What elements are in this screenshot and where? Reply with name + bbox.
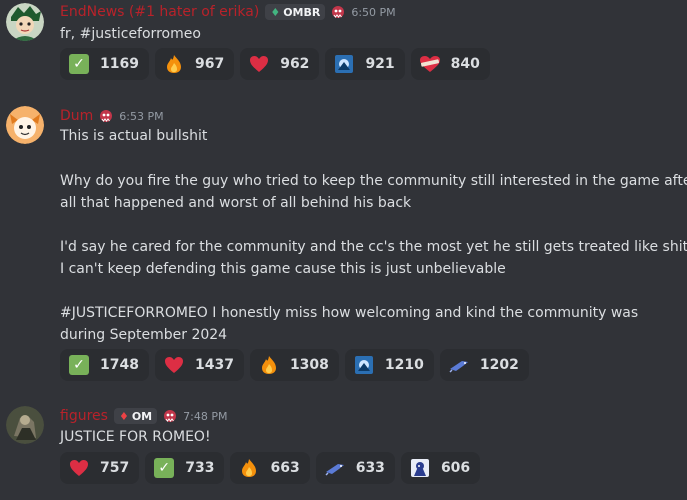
custom-character-emoji-icon	[409, 457, 431, 479]
reaction-count: 967	[194, 56, 225, 72]
message-text: #JUSTICEFORROMEO I honestly miss how wel…	[60, 305, 639, 321]
reaction-count: 1169	[100, 56, 139, 72]
reaction-fire[interactable]: 967	[154, 48, 235, 80]
heart-emoji-icon	[68, 457, 90, 479]
reaction-count: 1437	[194, 357, 234, 373]
user-avatar[interactable]	[6, 406, 44, 444]
role-badge-icon	[164, 410, 177, 422]
reaction-count: 633	[355, 460, 385, 476]
reaction-check[interactable]: ✓ 1169	[60, 48, 149, 80]
reaction-count: 1202	[479, 357, 519, 373]
reaction-count: 921	[365, 56, 395, 72]
custom-bird-emoji-icon	[324, 457, 346, 479]
message-text: JUSTICE FOR ROMEO!	[60, 429, 211, 445]
check-emoji-icon: ✓	[68, 53, 90, 75]
reaction-bar: ✓ 1169 967 962 921 840	[60, 48, 490, 80]
heart-emoji-icon	[163, 354, 185, 376]
message-text: during September 2024	[60, 327, 228, 343]
reaction-count: 962	[280, 56, 310, 72]
reaction-heart-bandage[interactable]: 840	[410, 48, 490, 80]
fire-emoji-icon	[238, 457, 260, 479]
reaction-fire[interactable]: 663	[230, 452, 310, 484]
message-text: fr, #justiceforromeo	[60, 26, 201, 42]
reaction-count: 1210	[384, 357, 424, 373]
server-tag[interactable]: ♦ OM	[113, 408, 158, 424]
gem-icon: ♦	[118, 409, 129, 423]
message-text: all that happened and worst of all behin…	[60, 195, 412, 211]
role-badge-icon	[332, 6, 345, 18]
check-emoji-icon: ✓	[153, 457, 175, 479]
reaction-check[interactable]: ✓ 733	[145, 452, 225, 484]
message-text: Why do you fire the guy who tried to kee…	[60, 173, 687, 189]
role-badge-icon	[100, 110, 113, 122]
username[interactable]: EndNews (#1 hater of erika)	[60, 4, 259, 20]
custom-blue-emoji-icon	[333, 53, 355, 75]
reaction-custom-blue[interactable]: 1210	[344, 349, 434, 381]
message-text: I can't keep defending this game cause t…	[60, 261, 506, 277]
reaction-count: 757	[100, 460, 130, 476]
timestamp[interactable]: 6:53 PM	[119, 110, 163, 123]
reaction-heart[interactable]: 757	[60, 452, 140, 484]
reaction-count: 840	[450, 56, 480, 72]
heart-emoji-icon	[248, 53, 270, 75]
reaction-count: 663	[270, 460, 300, 476]
heart-with-bandage-emoji-icon	[419, 53, 441, 75]
reaction-count: 1748	[100, 357, 139, 373]
reaction-count: 733	[185, 460, 215, 476]
reaction-check[interactable]: ✓ 1748	[60, 349, 149, 381]
reaction-count: 1308	[289, 357, 329, 373]
reaction-heart[interactable]: 962	[240, 48, 320, 80]
message-text: I'd say he cared for the community and t…	[60, 239, 687, 255]
message-text: This is actual bullshit	[60, 128, 208, 144]
timestamp[interactable]: 7:48 PM	[183, 410, 227, 423]
server-tag[interactable]: ♦ OMBR	[265, 4, 326, 20]
user-avatar[interactable]	[6, 3, 44, 41]
username[interactable]: figures	[60, 408, 108, 424]
reaction-heart[interactable]: 1437	[154, 349, 244, 381]
server-tag-label: OM	[131, 409, 153, 423]
reaction-count: 606	[440, 460, 471, 476]
reaction-bar: 757 ✓ 733 663 633 606	[60, 452, 481, 484]
reaction-fire[interactable]: 1308	[249, 349, 339, 381]
reaction-custom-blue[interactable]: 921	[325, 48, 405, 80]
reaction-bar: ✓ 1748 1437 1308 1210 1202	[60, 349, 529, 381]
custom-bird-emoji-icon	[448, 354, 470, 376]
gem-icon: ♦	[270, 5, 281, 19]
username[interactable]: Dum	[60, 108, 93, 124]
reaction-custom-bird[interactable]: 1202	[439, 349, 529, 381]
user-avatar[interactable]	[6, 106, 44, 144]
check-emoji-icon: ✓	[68, 354, 90, 376]
reaction-custom-character[interactable]: 606	[400, 452, 481, 484]
server-tag-label: OMBR	[283, 5, 321, 19]
timestamp[interactable]: 6:50 PM	[351, 6, 395, 19]
fire-emoji-icon	[258, 354, 280, 376]
custom-blue-emoji-icon	[353, 354, 375, 376]
reaction-custom-bird[interactable]: 633	[315, 452, 395, 484]
fire-emoji-icon	[163, 53, 185, 75]
